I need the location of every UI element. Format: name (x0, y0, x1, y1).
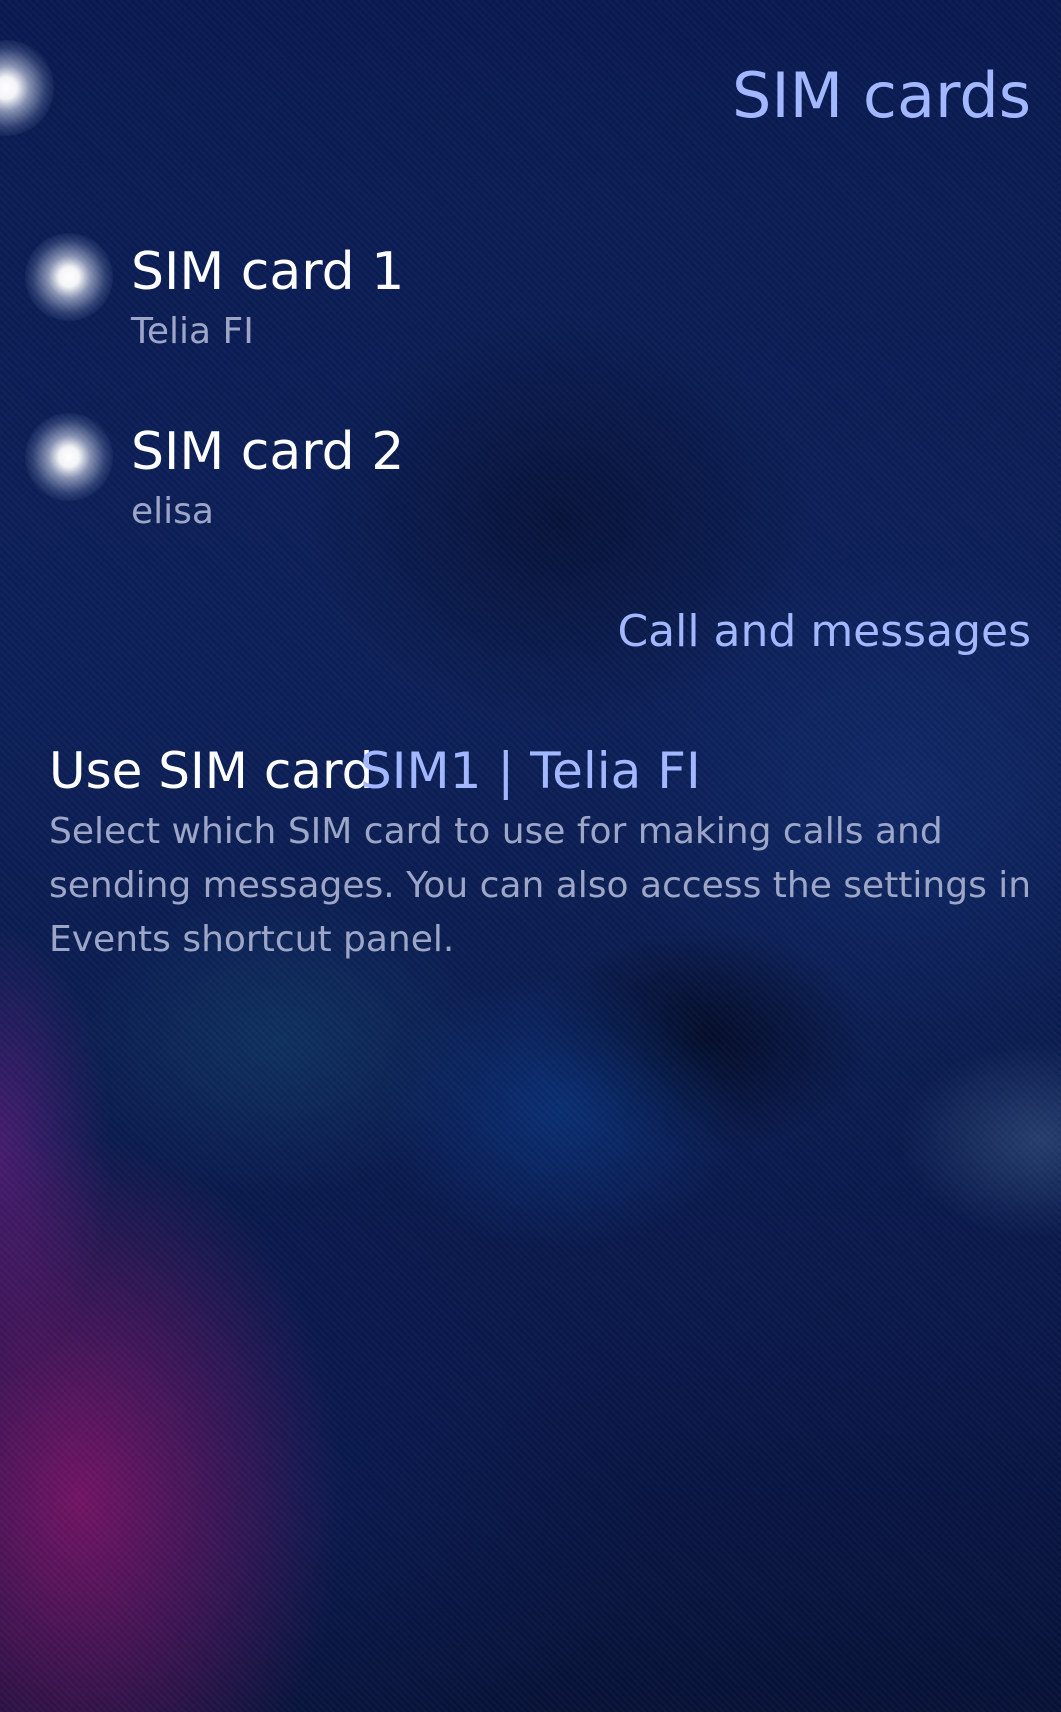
sim-card-operator: elisa (131, 491, 214, 532)
combobox-selected-value: SIM1 | Telia FI (360, 742, 701, 800)
sim-card-name: SIM card 2 (131, 422, 405, 482)
use-sim-card-combobox[interactable]: Use SIM card SIM1 | Telia FI Select whic… (0, 725, 1061, 965)
combobox-label: Use SIM card (49, 742, 374, 800)
sim-card-2-item[interactable]: SIM card 2 elisa (0, 390, 1061, 550)
sim-card-operator: Telia FI (131, 311, 254, 352)
pulley-menu-indicator-icon[interactable] (0, 40, 54, 136)
page-title: SIM cards (732, 59, 1031, 132)
sim-card-1-item[interactable]: SIM card 1 Telia FI (0, 210, 1061, 370)
sim-active-indicator-icon (25, 233, 113, 321)
sim-card-name: SIM card 1 (131, 242, 405, 302)
section-header-call-and-messages: Call and messages (617, 606, 1031, 657)
combobox-description: Select which SIM card to use for making … (49, 811, 1032, 960)
sim-active-indicator-icon (25, 413, 113, 501)
